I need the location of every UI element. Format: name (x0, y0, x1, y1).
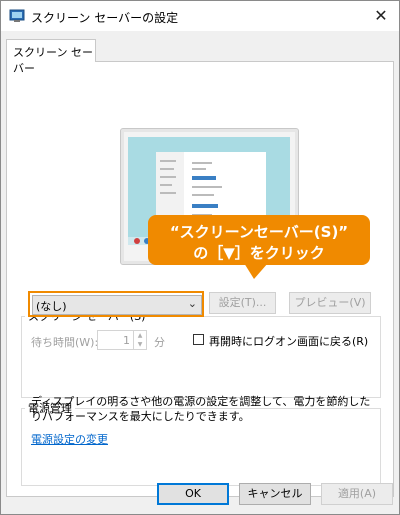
preview-accent-bar (192, 204, 218, 208)
preview-line (160, 184, 172, 186)
tab-screen-saver[interactable]: スクリーン セーバー (6, 39, 96, 75)
screen-saver-app-icon (9, 9, 25, 22)
wait-time-label: 待ち時間(W): (31, 336, 99, 349)
callout-pointer (244, 263, 268, 279)
preview-line (192, 186, 222, 188)
preview-line (192, 168, 206, 170)
preview-line (192, 194, 214, 196)
cancel-button[interactable]: キャンセル (239, 483, 311, 505)
callout-line2: の［▼］をクリック (193, 244, 325, 262)
dropdown-selected-value: (なし) (36, 300, 67, 313)
settings-button[interactable]: 設定(T)... (209, 292, 276, 314)
dialog-window: スクリーン セーバーの設定 ✕ スクリーン セーバー 電源管理 (なし) ⌄ 設… (0, 0, 400, 515)
wait-time-stepper[interactable]: 1 ▲ ▼ (97, 330, 147, 350)
ok-button[interactable]: OK (157, 483, 229, 505)
preview-taskbar-icon (134, 238, 140, 244)
title-bar: スクリーン セーバーの設定 ✕ (1, 1, 399, 31)
preview-line (160, 168, 174, 170)
change-power-settings-link[interactable]: 電源設定の変更 (31, 431, 108, 447)
resume-logon-checkbox[interactable] (193, 334, 204, 345)
screen-saver-dropdown[interactable]: (なし) ⌄ (28, 291, 204, 317)
preview-line (160, 176, 176, 178)
wait-time-value: 1 (123, 334, 130, 347)
instruction-callout: “スクリーンセーバー(S)” の［▼］をクリック (148, 215, 370, 265)
dropdown-field: (なし) ⌄ (32, 295, 202, 315)
stepper-arrows-icon[interactable]: ▲ ▼ (133, 331, 146, 349)
tab-label: スクリーン セーバー (13, 46, 93, 75)
window-title: スクリーン セーバーの設定 (31, 11, 179, 25)
wait-time-unit: 分 (154, 336, 165, 349)
chevron-down-icon[interactable]: ⌄ (188, 297, 197, 310)
preview-accent-bar (192, 176, 216, 180)
close-icon[interactable]: ✕ (369, 5, 393, 27)
preview-line (160, 160, 176, 162)
screen-saver-group (21, 316, 381, 398)
preview-line (192, 162, 212, 164)
power-description-line1: ディスプレイの明るさや他の電源の設定を調整して、電力を節約した (31, 395, 371, 408)
callout-line1: “スクリーンセーバー(S)” (169, 223, 349, 241)
preview-button[interactable]: プレビュー(V) (289, 292, 371, 314)
preview-line (160, 192, 176, 194)
power-description-line2: りパフォーマンスを最大にしたりできます。 (31, 410, 250, 423)
apply-button[interactable]: 適用(A) (321, 483, 393, 505)
resume-logon-label[interactable]: 再開時にログオン画面に戻る(R) (209, 333, 368, 349)
